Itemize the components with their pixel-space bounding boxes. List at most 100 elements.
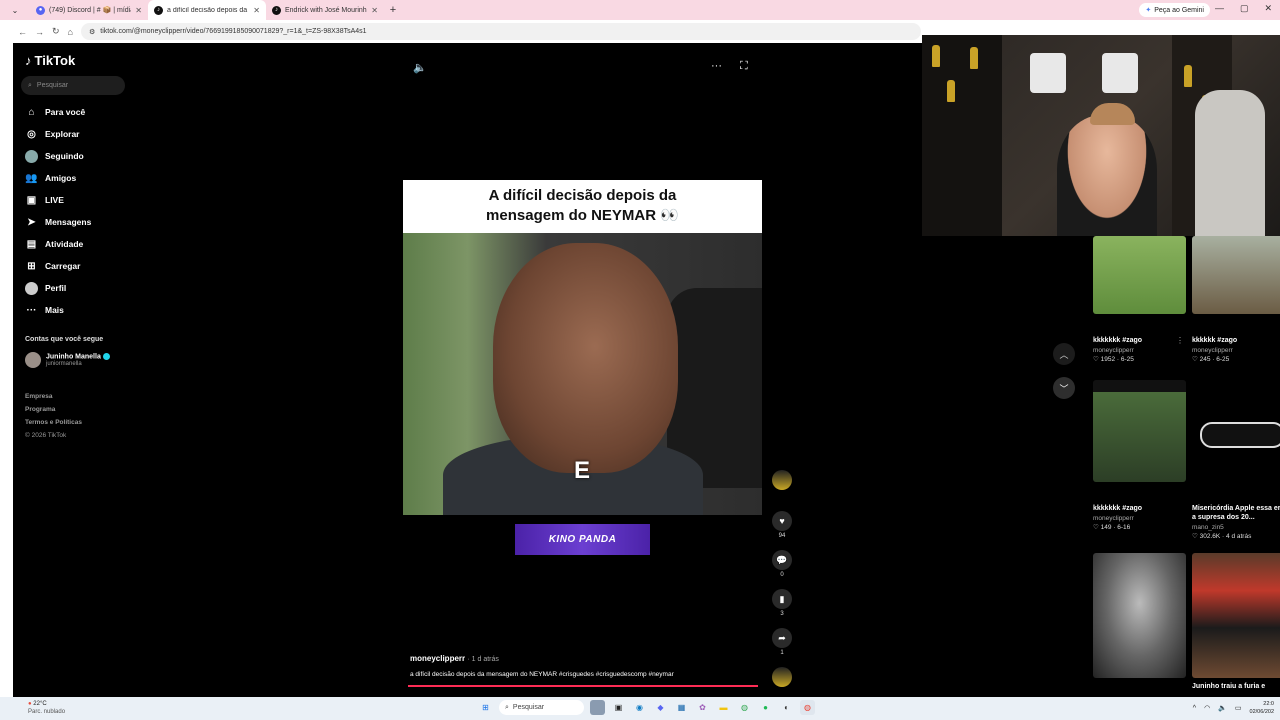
wifi-icon[interactable]: ◠ [1204, 704, 1210, 712]
video-thumbnail [1192, 236, 1280, 314]
tab-menu-icon[interactable]: ⌄ [0, 6, 30, 15]
weather-icon: ● [28, 701, 32, 707]
discord-icon: ● [36, 5, 45, 15]
comment-button[interactable]: 💬 0 [772, 550, 792, 578]
folder-icon[interactable]: ▬ [716, 700, 731, 715]
reload-icon[interactable]: ↻ [52, 26, 60, 37]
save-button[interactable]: ▮ 3 [772, 589, 792, 617]
related-card[interactable]: kkkkkkk #zago ⋮ moneyclipperr ♡ 1952 · 6… [1093, 236, 1186, 363]
sidebar-item-seguindo[interactable]: Seguindo [25, 145, 91, 167]
related-card[interactable]: kkkkkkk #zago moneyclipperr ♡ 149 · 6-16 [1093, 380, 1186, 531]
trophy [932, 45, 940, 67]
chrome-active-icon[interactable]: ◍ [800, 700, 815, 715]
sidebar-item-mais[interactable]: ··· Mais [25, 299, 91, 321]
close-tab-icon[interactable]: ✕ [135, 6, 142, 15]
chevron-up-icon[interactable]: ^ [1193, 705, 1196, 712]
back-icon[interactable]: ← [18, 27, 27, 37]
framed-jersey [1102, 53, 1138, 93]
sidebar-item-mensagens[interactable]: ➤ Mensagens [25, 211, 91, 233]
volume-icon[interactable]: 🔈 [1218, 704, 1227, 712]
minimize-icon[interactable]: — [1215, 3, 1224, 14]
weather-widget[interactable]: ● 22°C Parc. nublado [28, 700, 65, 716]
card-title: kkkkkkk #zago [1093, 505, 1143, 512]
video-author[interactable]: moneyclipperr · 1 d atrás [410, 654, 499, 663]
taskbar-search[interactable]: ⌕ Pesquisar [499, 700, 584, 715]
sidebar-item-para-voce[interactable]: ⌂ Para você [25, 101, 91, 123]
sidebar-item-live[interactable]: ▣ LIVE [25, 189, 91, 211]
footer-link-programa[interactable]: Programa [25, 403, 82, 416]
sponsor-banner[interactable]: KINO PANDA [515, 524, 650, 555]
chevron-down-icon: ﹀ [1059, 383, 1069, 394]
sidebar-item-perfil[interactable]: Perfil [25, 277, 91, 299]
site-info-icon[interactable]: ⚙ [89, 28, 95, 36]
chrome-icon[interactable]: ◍ [737, 700, 752, 715]
related-card[interactable]: Juninho traiu a furia e [1192, 553, 1280, 691]
video-title-line2: mensagem do NEYMAR 👀 [486, 207, 679, 224]
obs-icon[interactable]: ◐ [779, 700, 794, 715]
battery-icon[interactable]: ▭ [1235, 704, 1242, 712]
sound-avatar[interactable] [772, 667, 792, 687]
bookmark-icon: ▮ [772, 589, 792, 609]
card-stats: ♡ 1952 · 6-25 [1093, 356, 1134, 363]
home-icon[interactable]: ⌂ [68, 27, 73, 37]
card-more-icon[interactable]: ⋮ [1176, 336, 1184, 345]
card-title: Misericórdia Apple essa era a supresa do… [1192, 505, 1280, 521]
clock[interactable]: 22:0 02/06/202 [1250, 700, 1274, 716]
feed-navigation: ︿ ﹀ [1053, 343, 1075, 411]
taskbar-search-placeholder: Pesquisar [512, 704, 545, 711]
store-icon[interactable]: ▦ [674, 700, 689, 715]
previous-video-button[interactable]: ︿ [1053, 343, 1075, 365]
share-button[interactable]: ➦ 1 [772, 628, 792, 656]
footer-link-termos[interactable]: Termos e Políticas [25, 416, 82, 429]
like-button[interactable]: ♥ 94 [772, 511, 792, 539]
post-time: · 1 d atrás [467, 656, 499, 663]
following-account[interactable]: Juninho Manella juniormanella [25, 352, 110, 368]
copilot-icon[interactable]: ✿ [695, 700, 710, 715]
close-tab-icon[interactable]: ✕ [253, 6, 260, 15]
task-view-icon[interactable]: ▣ [611, 700, 626, 715]
system-tray: ^ ◠ 🔈 ▭ 22:0 02/06/202 [1193, 700, 1274, 716]
close-tab-icon[interactable]: ✕ [371, 6, 378, 15]
related-card[interactable] [1093, 553, 1186, 678]
tab-discord[interactable]: ● (749) Discord | # 📦 | mídias-tim ✕ [30, 0, 148, 20]
save-count: 3 [780, 611, 784, 617]
share-count: 1 [780, 650, 784, 656]
video-progress-bar[interactable] [408, 685, 758, 687]
card-title: Juninho traiu a furia e [1192, 683, 1266, 690]
sidebar-nav: ⌂ Para você ◎ Explorar Seguindo 👥 Amigos ▣ L… [25, 101, 91, 321]
sidebar-item-carregar[interactable]: ⊞ Carregar [25, 255, 91, 277]
close-window-icon[interactable]: ✕ [1264, 3, 1272, 14]
forward-icon[interactable]: → [35, 27, 44, 37]
sidebar-item-label: Seguindo [45, 151, 84, 161]
search-input[interactable]: ⌕ Pesquisar [21, 76, 125, 95]
card-likes: 302.6K [1199, 533, 1221, 540]
url-field[interactable]: ⚙ tiktok.com/@moneyclipperr/video/766919… [80, 23, 921, 40]
more-options-icon[interactable]: ··· [711, 60, 722, 72]
tab-tiktok-active[interactable]: ♪ a difícil decisão depois da men ✕ [148, 0, 266, 20]
maximize-icon[interactable]: ▢ [1240, 3, 1249, 14]
following-username: juniormanella [46, 360, 82, 367]
related-card[interactable]: kkkkkk #zago moneyclipperr ♡ 245 · 6-25 [1192, 236, 1280, 363]
tiktok-logo[interactable]: ♪ TikTok [25, 53, 75, 68]
author-avatar[interactable] [772, 470, 792, 490]
video-player[interactable]: A difícil decisão depois da mensagem do … [403, 180, 762, 515]
volume-icon[interactable]: 🔈 [413, 61, 427, 74]
related-card[interactable]: Misericórdia Apple essa era a supresa do… [1192, 380, 1280, 540]
windows-start-icon[interactable]: ⊞ [478, 700, 493, 715]
new-tab-button[interactable]: + [384, 4, 402, 16]
trophy [947, 80, 955, 102]
footer-link-empresa[interactable]: Empresa [25, 390, 82, 403]
widgets-icon[interactable] [590, 700, 605, 715]
edge-icon[interactable]: ◉ [632, 700, 647, 715]
discord-icon[interactable]: ◆ [653, 700, 668, 715]
sidebar-item-atividade[interactable]: ▤ Atividade [25, 233, 91, 255]
sidebar-item-amigos[interactable]: 👥 Amigos [25, 167, 91, 189]
video-thumbnail [1093, 553, 1186, 678]
sidebar-item-explorar[interactable]: ◎ Explorar [25, 123, 91, 145]
card-stats: ♡ 245 · 6-25 [1192, 356, 1230, 363]
tab-tiktok-endrick[interactable]: ♪ Endrick with José Mourinho 👀 ✕ [266, 0, 384, 20]
next-video-button[interactable]: ﹀ [1053, 377, 1075, 399]
fullscreen-icon[interactable]: ⛶ [740, 60, 748, 73]
spotify-icon[interactable]: ● [758, 700, 773, 715]
gemini-button[interactable]: ✦ Peça ao Gemini [1139, 3, 1210, 17]
